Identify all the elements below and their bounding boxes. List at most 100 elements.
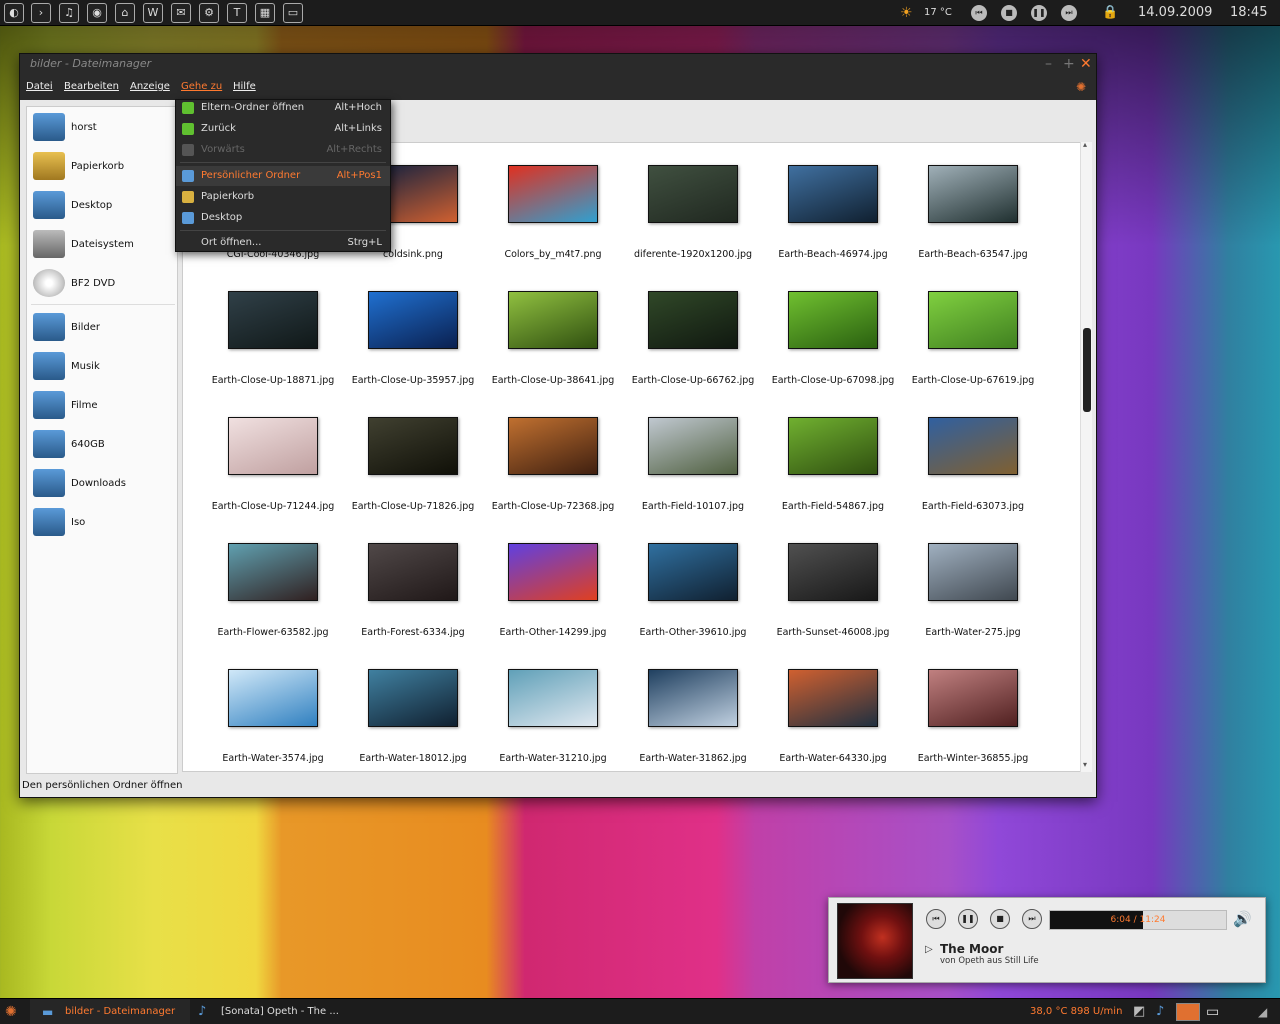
tray-network-icon[interactable]: ◩: [1133, 999, 1145, 1024]
sidebar-item-filme[interactable]: Filme: [31, 387, 175, 423]
clock-label[interactable]: 18:45: [1230, 0, 1267, 26]
file-item[interactable]: Earth-Water-31862.jpg: [623, 669, 763, 771]
menu-item-papierkorb[interactable]: Papierkorb: [176, 187, 390, 207]
menu-item-persönlicher-ordner[interactable]: Persönlicher Ordner Alt+Pos1: [176, 166, 390, 186]
pause-icon[interactable]: ❚❚: [1031, 5, 1047, 21]
file-item[interactable]: Colors_by_m4t7.png: [483, 165, 623, 291]
file-item[interactable]: Earth-Close-Up-71244.jpg: [203, 417, 343, 543]
sidebar-item-papierkorb[interactable]: Papierkorb: [31, 148, 175, 184]
file-item[interactable]: Earth-Close-Up-18871.jpg: [203, 291, 343, 417]
volume-icon[interactable]: 🔊: [1233, 910, 1252, 928]
file-item[interactable]: Earth-Field-10107.jpg: [623, 417, 763, 543]
minimize-icon[interactable]: –: [1045, 56, 1052, 72]
menu-separator: [180, 162, 386, 163]
file-item[interactable]: Earth-Beach-46974.jpg: [763, 165, 903, 291]
menu-item-ort-öffnen[interactable]: Ort öffnen... Strg+L: [176, 233, 390, 253]
previous-track-icon[interactable]: ⏮: [971, 5, 987, 21]
main-menu-icon[interactable]: ✺: [5, 999, 17, 1024]
sidebar-item-musik[interactable]: Musik: [31, 348, 175, 384]
sidebar-item-label: Iso: [71, 517, 86, 528]
menu-bearbeiten[interactable]: Bearbeiten: [64, 81, 119, 92]
screen-launcher-icon[interactable]: ▭: [283, 3, 303, 23]
menu-item-vorwärts[interactable]: Vorwärts Alt+Rechts: [176, 140, 390, 160]
menu-item-zurück[interactable]: Zurück Alt+Links: [176, 119, 390, 139]
sidebar-item-dateisystem[interactable]: Dateisystem: [31, 226, 175, 262]
media-player-popup: ⏮ ❚❚ ■ ⏭ 6:04 / 11:24 🔊 ▷ The Moor von O…: [828, 897, 1266, 983]
file-item[interactable]: Earth-Water-31210.jpg: [483, 669, 623, 771]
app-launcher-icon[interactable]: ◐: [4, 3, 24, 23]
maximize-icon[interactable]: +: [1063, 56, 1075, 72]
scroll-thumb[interactable]: [1083, 328, 1091, 412]
menu-datei[interactable]: Datei: [26, 81, 53, 92]
file-item[interactable]: Earth-Water-64330.jpg: [763, 669, 903, 771]
file-item[interactable]: Earth-Flower-63582.jpg: [203, 543, 343, 669]
sidebar-item-horst[interactable]: horst: [31, 109, 175, 145]
browser-launcher-icon[interactable]: ◉: [87, 3, 107, 23]
file-thumbnail: [368, 543, 458, 601]
menu-item-eltern-ordner-öffnen[interactable]: Eltern-Ordner öffnen Alt+Hoch: [176, 98, 390, 118]
file-name: Earth-Close-Up-67619.jpg: [911, 375, 1035, 386]
menu-gehe-zu[interactable]: Gehe zu: [181, 81, 222, 92]
scroll-down-icon[interactable]: ▾: [1083, 760, 1087, 769]
tools-launcher-icon[interactable]: T: [227, 3, 247, 23]
home-launcher-icon[interactable]: ⌂: [115, 3, 135, 23]
player-previous-icon[interactable]: ⏮: [926, 909, 946, 929]
sidebar-item-desktop[interactable]: Desktop: [31, 187, 175, 223]
scroll-up-icon[interactable]: ▴: [1083, 140, 1087, 149]
file-item[interactable]: Earth-Beach-63547.jpg: [903, 165, 1043, 291]
writer-launcher-icon[interactable]: W: [143, 3, 163, 23]
workspace-1[interactable]: [1176, 1003, 1200, 1021]
task-sonata[interactable]: [Sonata] Opeth - The ...: [221, 999, 339, 1024]
music-launcher-icon[interactable]: ♫: [59, 3, 79, 23]
sidebar-item-640gb[interactable]: 640GB: [31, 426, 175, 462]
menu-item-desktop[interactable]: Desktop: [176, 208, 390, 228]
settings-launcher-icon[interactable]: ⚙: [199, 3, 219, 23]
file-item[interactable]: Earth-Water-275.jpg: [903, 543, 1043, 669]
show-desktop-icon[interactable]: ▭: [1206, 999, 1219, 1024]
window-titlebar[interactable]: bilder - Dateimanager – + ✕: [20, 54, 1096, 74]
file-item[interactable]: Earth-Field-54867.jpg: [763, 417, 903, 543]
corner-icon[interactable]: ◢: [1258, 999, 1267, 1024]
file-item[interactable]: Earth-Close-Up-72368.jpg: [483, 417, 623, 543]
menu-hilfe[interactable]: Hilfe: [233, 81, 256, 92]
expand-arrow-icon[interactable]: ▷: [925, 944, 933, 955]
player-pause-icon[interactable]: ❚❚: [958, 909, 978, 929]
sidebar-item-bilder[interactable]: Bilder: [31, 309, 175, 345]
file-item[interactable]: Earth-Close-Up-71826.jpg: [343, 417, 483, 543]
next-track-icon[interactable]: ⏭: [1061, 5, 1077, 21]
file-item[interactable]: Earth-Forest-6334.jpg: [343, 543, 483, 669]
file-item[interactable]: Earth-Winter-36855.jpg: [903, 669, 1043, 771]
progress-bar[interactable]: 6:04 / 11:24: [1049, 910, 1227, 930]
file-item[interactable]: Earth-Water-3574.jpg: [203, 669, 343, 771]
sidebar-item-downloads[interactable]: Downloads: [31, 465, 175, 501]
video-launcher-icon[interactable]: ▦: [255, 3, 275, 23]
file-item[interactable]: Earth-Other-14299.jpg: [483, 543, 623, 669]
mail-launcher-icon[interactable]: ✉: [171, 3, 191, 23]
terminal-launcher-icon[interactable]: ›: [31, 3, 51, 23]
close-icon[interactable]: ✕: [1080, 56, 1092, 72]
sidebar-item-bf2-dvd[interactable]: BF2 DVD: [31, 265, 175, 301]
file-item[interactable]: Earth-Close-Up-38641.jpg: [483, 291, 623, 417]
tray-music-icon[interactable]: ♪: [1156, 999, 1164, 1024]
file-item[interactable]: Earth-Water-18012.jpg: [343, 669, 483, 771]
player-next-icon[interactable]: ⏭: [1022, 909, 1042, 929]
stop-icon[interactable]: ■: [1001, 5, 1017, 21]
sidebar-item-iso[interactable]: Iso: [31, 504, 175, 540]
file-item[interactable]: Earth-Other-39610.jpg: [623, 543, 763, 669]
file-item[interactable]: Earth-Close-Up-66762.jpg: [623, 291, 763, 417]
file-item[interactable]: Earth-Sunset-46008.jpg: [763, 543, 903, 669]
places-sidebar: horst Papierkorb Desktop Dateisystem BF2 DVD…: [26, 106, 178, 774]
menu-anzeige[interactable]: Anzeige: [130, 81, 170, 92]
file-name: Earth-Close-Up-71826.jpg: [351, 501, 475, 512]
vertical-scrollbar[interactable]: ▴ ▾: [1080, 140, 1092, 772]
file-item[interactable]: Earth-Close-Up-67098.jpg: [763, 291, 903, 417]
file-item[interactable]: Earth-Close-Up-35957.jpg: [343, 291, 483, 417]
file-item[interactable]: Earth-Field-63073.jpg: [903, 417, 1043, 543]
file-item[interactable]: Earth-Close-Up-67619.jpg: [903, 291, 1043, 417]
file-item[interactable]: diferente-1920x1200.jpg: [623, 165, 763, 291]
window-title: bilder - Dateimanager: [30, 57, 152, 70]
lock-icon[interactable]: 🔒: [1102, 0, 1118, 26]
task-file-manager[interactable]: bilder - Dateimanager: [65, 999, 175, 1024]
top-panel: ◐ › ♫ ◉ ⌂ W ✉ ⚙ T ▦ ▭ ☀ 17 °C ⏮ ■ ❚❚ ⏭ 🔒…: [0, 0, 1280, 26]
player-stop-icon[interactable]: ■: [990, 909, 1010, 929]
